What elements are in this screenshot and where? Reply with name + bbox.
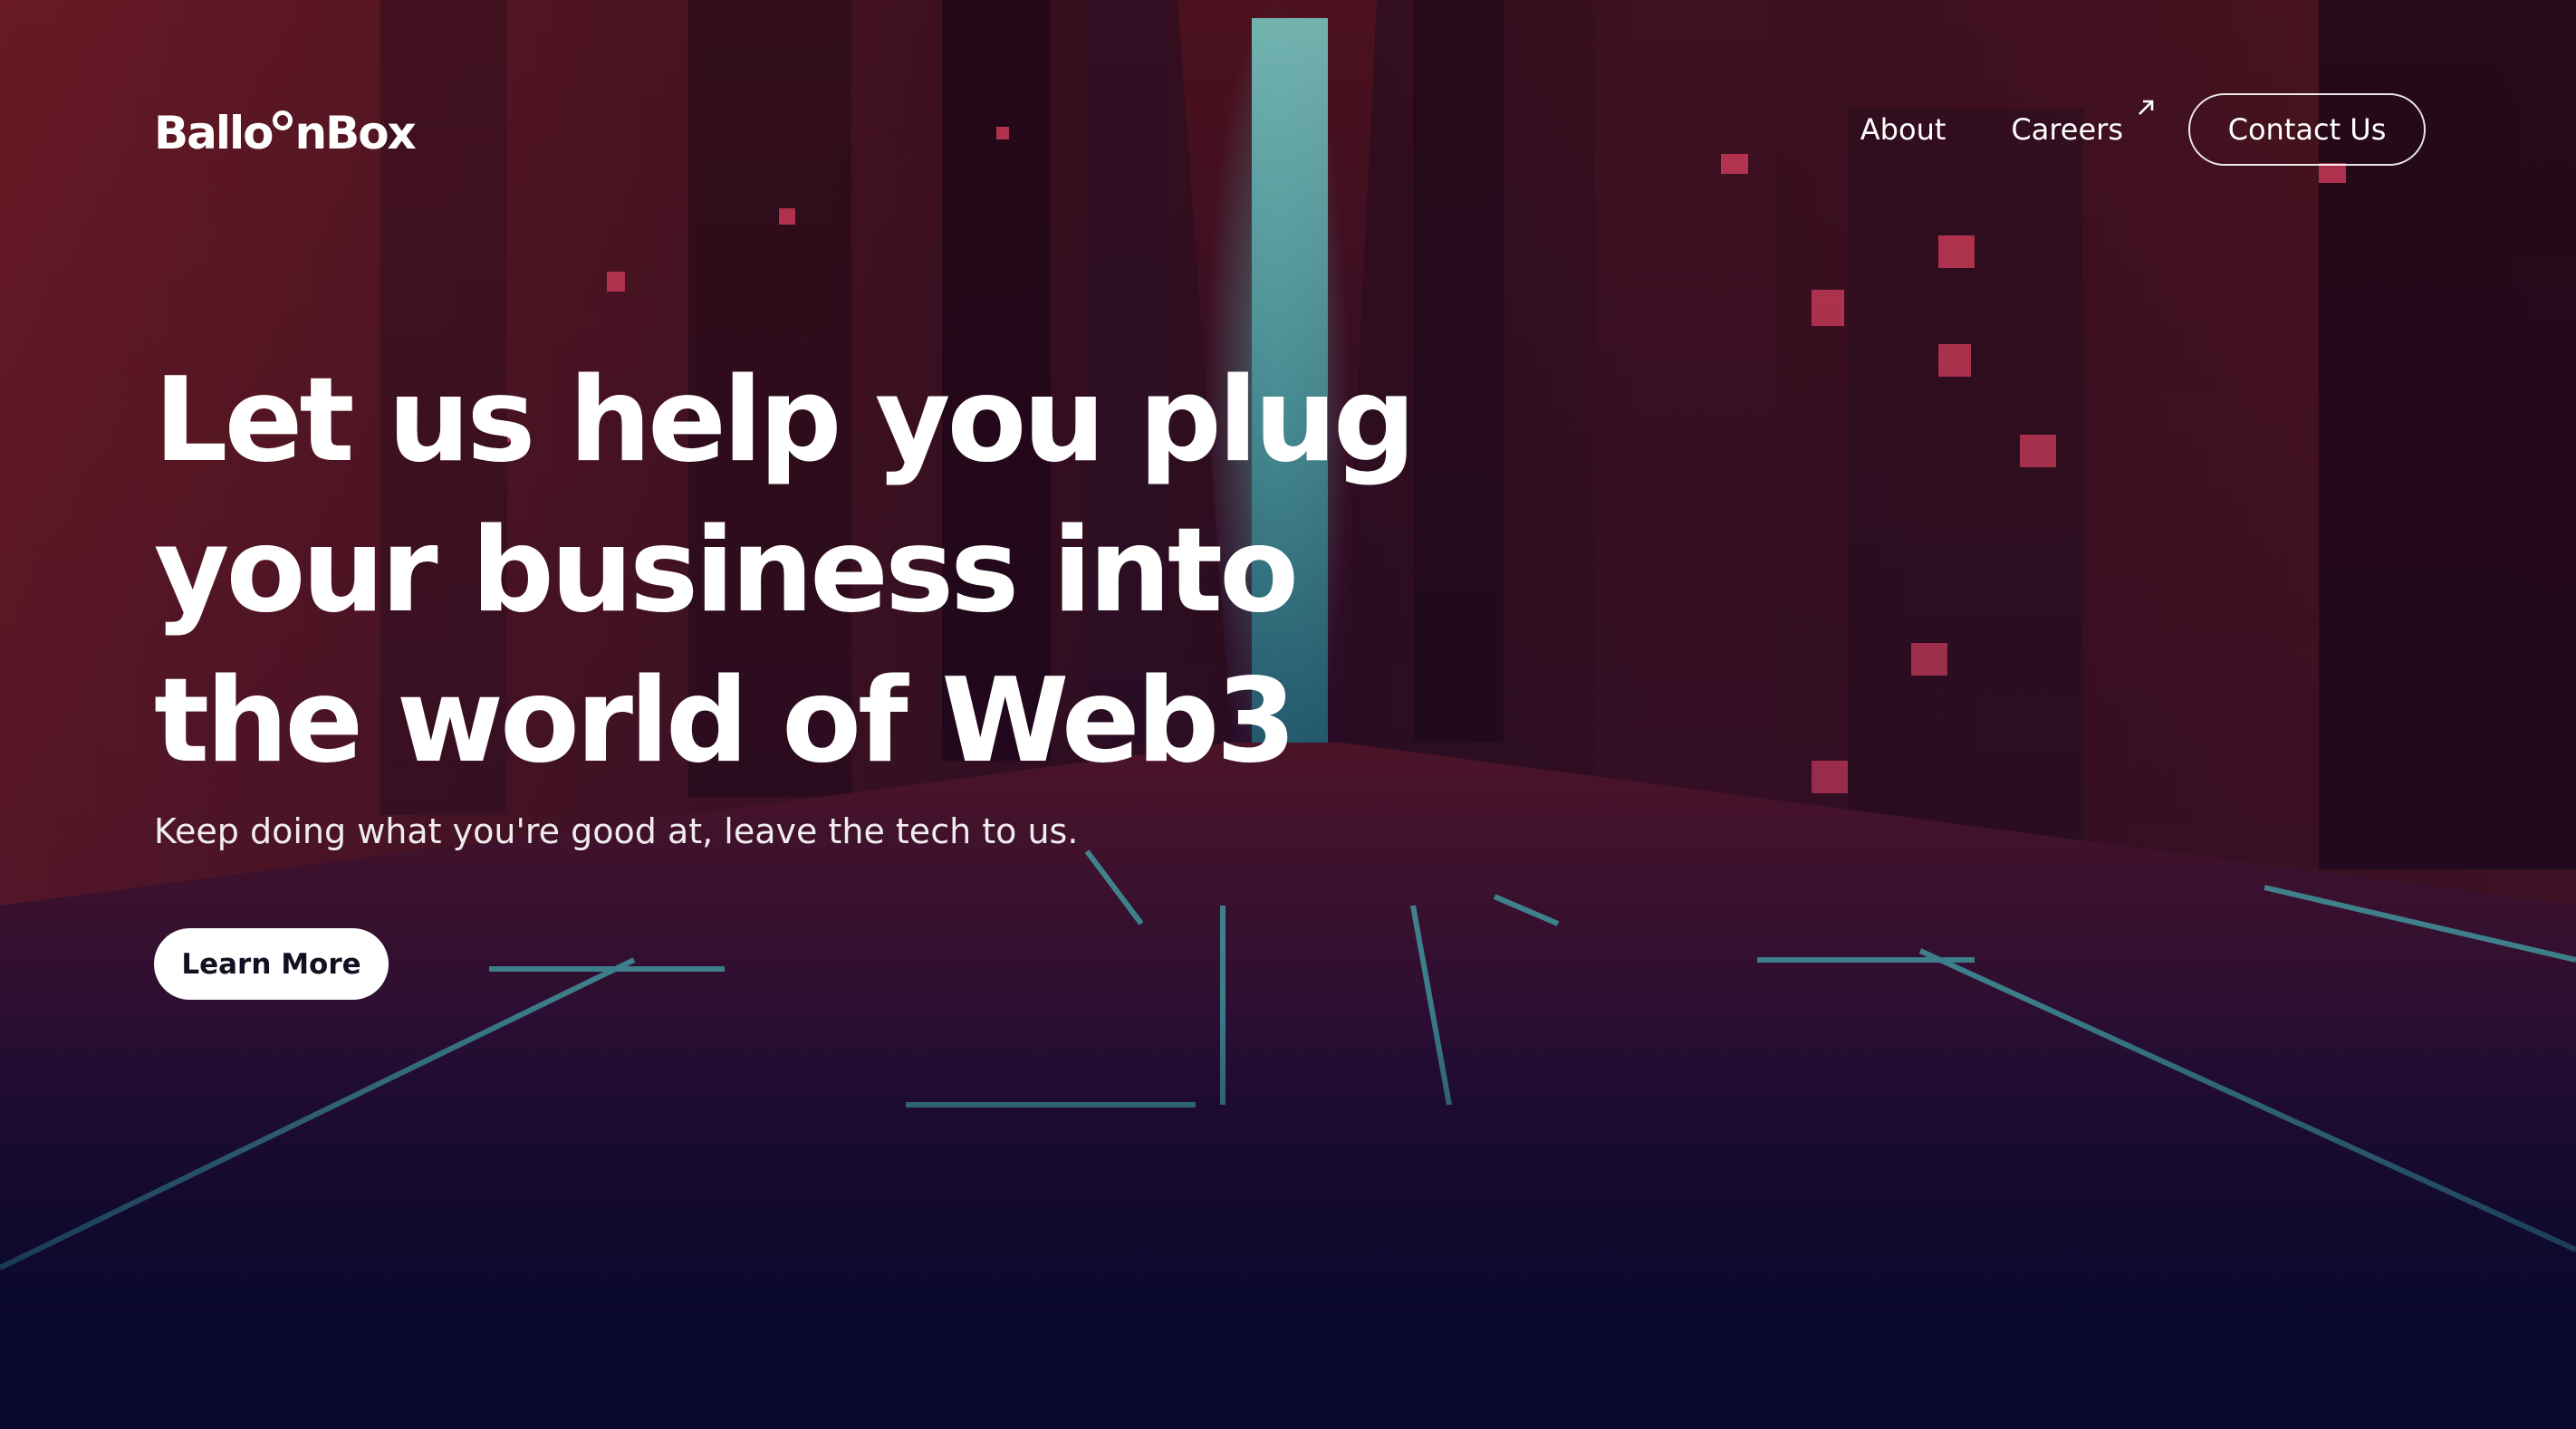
- learn-more-button[interactable]: Learn More: [154, 928, 389, 1000]
- hero-headline-line-2: your business into: [154, 504, 1299, 638]
- logo-balloon-icon: [273, 110, 293, 130]
- nav-careers-link[interactable]: Careers: [2011, 100, 2154, 147]
- contact-us-button[interactable]: Contact Us: [2188, 93, 2426, 166]
- hero-headline-line-1: Let us help you plug: [154, 353, 1416, 488]
- main-nav: About Careers Contact Us: [1860, 93, 2426, 166]
- hero-subtitle: Keep doing what you're good at, leave th…: [154, 811, 1079, 851]
- nav-careers-label: Careers: [2011, 112, 2123, 147]
- nav-about-link[interactable]: About: [1860, 112, 1946, 147]
- hero-headline: Let us help you plug your business into …: [154, 346, 1422, 797]
- logo-text-right: nBox: [294, 107, 416, 159]
- brand-logo[interactable]: Ballo nBox: [154, 101, 417, 165]
- logo-text-left: Ballo: [154, 107, 274, 159]
- landing-page: Ballo nBox About Careers Contact Us Let u…: [0, 0, 2576, 1429]
- external-link-arrow-icon: [2139, 100, 2154, 115]
- hero-headline-line-3: the world of Web3: [154, 654, 1296, 789]
